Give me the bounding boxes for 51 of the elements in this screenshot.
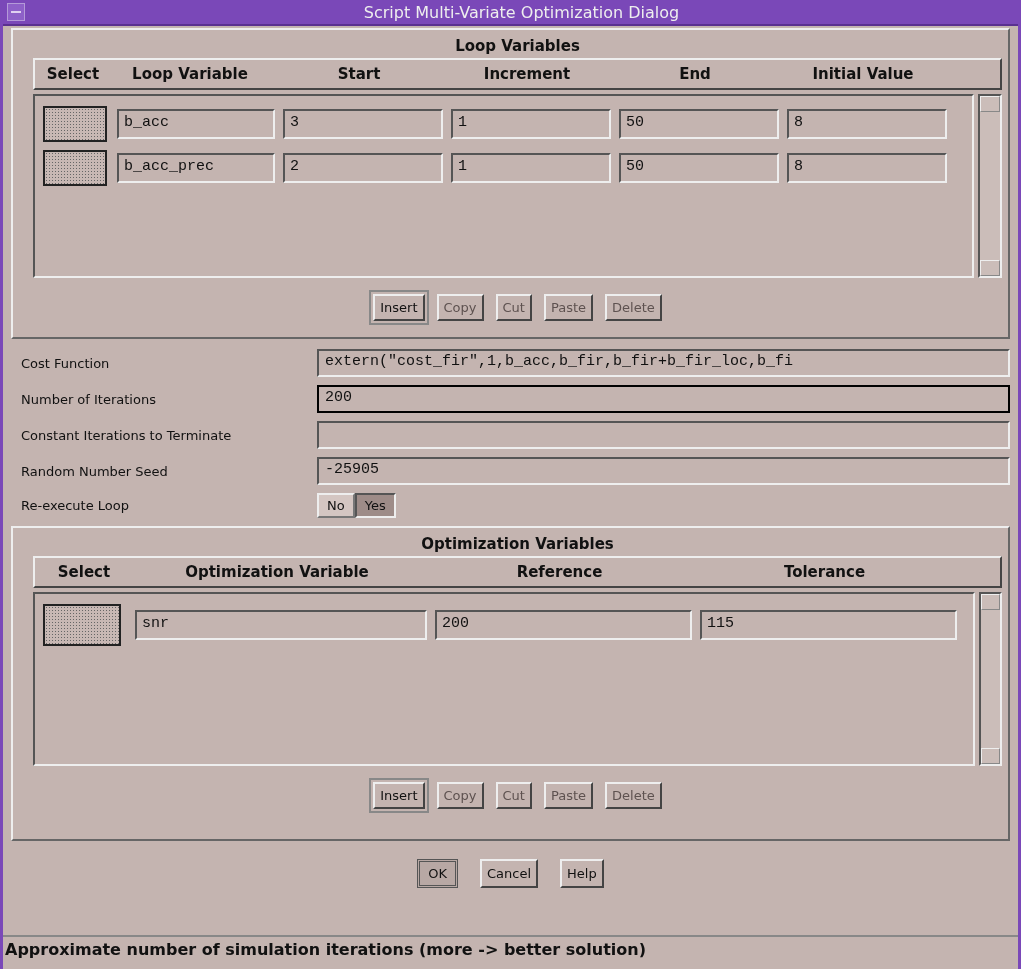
input-field[interactable]: 50 [619, 153, 779, 183]
select-toggle[interactable] [43, 106, 107, 142]
field-label: Cost Function [21, 355, 111, 371]
field-label: Number of Iterations [21, 391, 157, 407]
group-title: Loop Variables [455, 36, 580, 57]
window-title: Script Multi-Variate Optimization Dialog [362, 2, 681, 22]
column-header: Tolerance [783, 563, 866, 581]
dialog-button[interactable]: Help [560, 859, 604, 888]
input-field[interactable]: 2 [283, 153, 443, 183]
field-label: Re-execute Loop [21, 498, 130, 513]
status-bar: Approximate number of simulation iterations (more -> better solution) [3, 935, 1018, 965]
input-field[interactable]: extern("cost_fir",1,b_acc,b_fir,b_fir+b_fir_loc,b_fi [317, 349, 1010, 377]
input-field[interactable]: 115 [700, 610, 957, 640]
input-field[interactable]: 8 [787, 109, 947, 139]
dialog-button[interactable]: Cancel [480, 859, 539, 888]
column-header: End [679, 65, 711, 83]
column-header: Loop Variable [132, 65, 248, 83]
input-field[interactable]: 3 [283, 109, 443, 139]
toggle-option[interactable]: No [317, 493, 355, 518]
input-field[interactable]: 1 [451, 153, 611, 183]
input-field[interactable]: 200 [317, 385, 1010, 413]
scrollbar[interactable] [979, 592, 1002, 766]
input-field[interactable]: 50 [619, 109, 779, 139]
input-field[interactable]: b_acc_prec [117, 153, 275, 183]
scroll-up-icon[interactable] [980, 96, 1000, 112]
scroll-up-icon[interactable] [981, 594, 1000, 610]
scroll-down-icon[interactable] [981, 748, 1000, 764]
dialog-button[interactable]: OK [417, 859, 459, 888]
input-field[interactable]: b_acc [117, 109, 275, 139]
column-header: Select [45, 65, 100, 83]
column-header: Reference [516, 563, 603, 581]
column-header: Initial Value [812, 65, 914, 83]
window-menu-button[interactable] [7, 3, 25, 21]
group-title: Optimization Variables [421, 534, 614, 555]
select-toggle[interactable] [43, 604, 121, 646]
input-field[interactable]: snr [135, 610, 427, 640]
input-field[interactable]: -25905 [317, 457, 1010, 485]
select-toggle[interactable] [43, 150, 107, 186]
field-label: Constant Iterations to Terminate [21, 427, 233, 443]
column-header: Increment [483, 65, 571, 83]
column-header: Select [56, 563, 111, 581]
input-field[interactable]: 200 [435, 610, 692, 640]
toggle-option[interactable]: Yes [354, 493, 396, 518]
scrollbar[interactable] [978, 94, 1002, 278]
input-field[interactable]: 1 [451, 109, 611, 139]
scroll-down-icon[interactable] [980, 260, 1000, 276]
input-field[interactable]: 8 [787, 153, 947, 183]
column-header: Optimization Variable [185, 563, 369, 581]
field-label: Random Number Seed [21, 463, 169, 479]
input-field[interactable] [317, 421, 1010, 449]
column-header: Start [337, 65, 381, 83]
